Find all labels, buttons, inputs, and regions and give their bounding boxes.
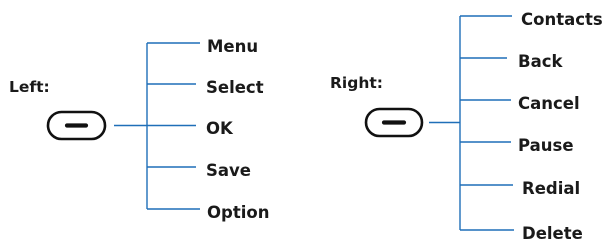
left-tree-lines	[114, 42, 200, 210]
right-item-back: Back	[518, 52, 563, 71]
left-item-save: Save	[206, 161, 251, 180]
right-softkey-group: Right: Contacts Back Cancel Pause Redial…	[330, 10, 603, 241]
right-tree-lines	[429, 15, 514, 231]
right-item-contacts: Contacts	[521, 10, 603, 29]
left-softkey-group: Left: Menu Select OK Save Option	[9, 37, 269, 222]
right-item-redial: Redial	[522, 179, 580, 198]
left-item-menu: Menu	[207, 37, 258, 56]
right-label: Right:	[330, 74, 383, 92]
softkey-functions-diagram: Left: Menu Select OK Save Option Right:	[9, 10, 603, 241]
left-item-select: Select	[206, 78, 264, 97]
right-softkey-icon	[364, 107, 424, 138]
left-item-option: Option	[207, 203, 269, 222]
right-item-cancel: Cancel	[518, 94, 580, 113]
left-softkey-icon	[46, 110, 107, 141]
left-label: Left:	[9, 78, 50, 96]
left-item-ok: OK	[206, 119, 234, 138]
right-item-delete: Delete	[522, 224, 583, 241]
right-item-pause: Pause	[518, 136, 574, 155]
